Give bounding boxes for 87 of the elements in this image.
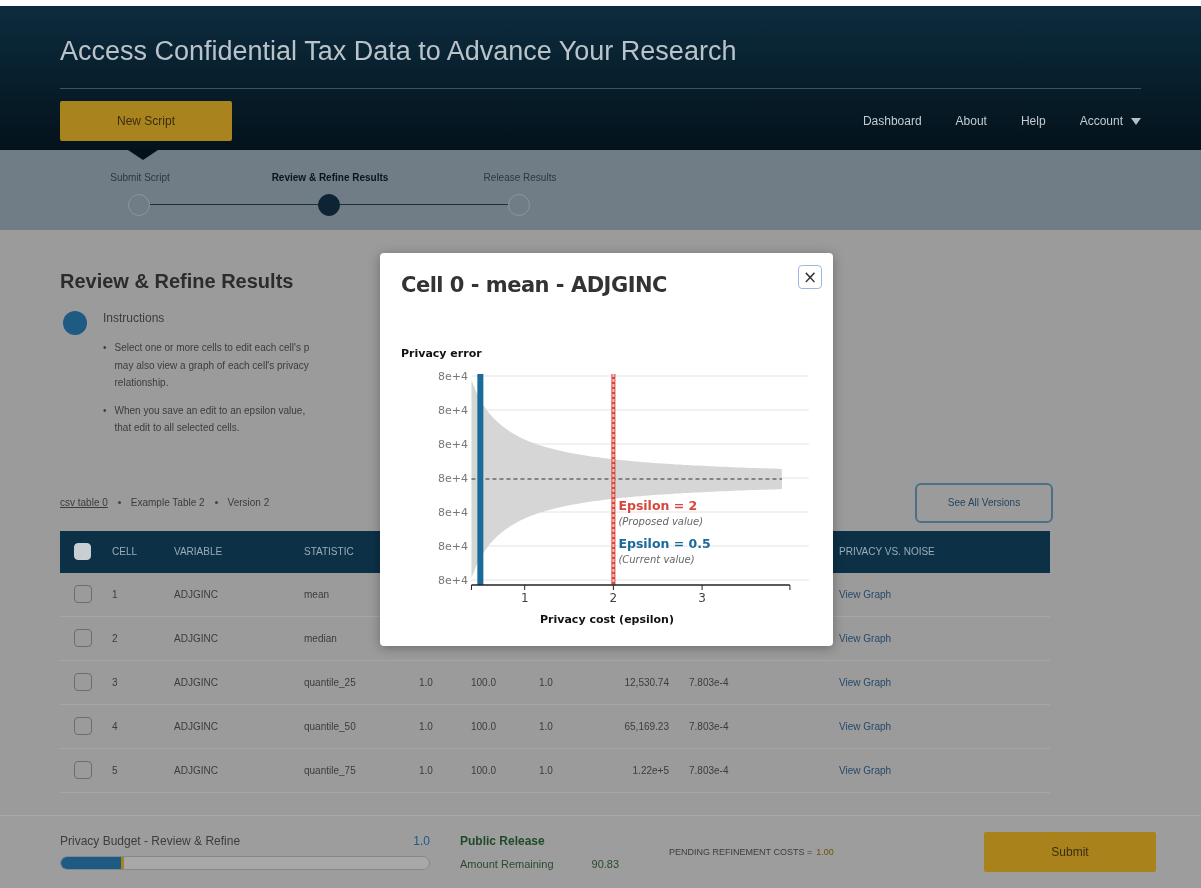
x-tick-label: 2 bbox=[609, 591, 618, 605]
instruction-text: that edit to all selected cells. bbox=[114, 421, 241, 435]
epsilon-label: Epsilon = 2 bbox=[618, 498, 698, 513]
table-cell-text: quantile_50 bbox=[304, 720, 357, 732]
table-cell-text: 2 bbox=[112, 632, 119, 644]
table-cell-text: 1.0 bbox=[419, 764, 434, 776]
instruction-text: may also view a graph of each cell's privacy bbox=[114, 358, 310, 373]
table-cell-text: 7.803e-4 bbox=[689, 676, 730, 688]
see-all-versions-button[interactable]: See All Versions bbox=[915, 482, 1053, 523]
table-cell-text: 1.0 bbox=[539, 764, 554, 776]
x-tick-label: 1 bbox=[520, 591, 529, 605]
view-graph-link[interactable]: View Graph bbox=[839, 588, 1050, 600]
site-title: Access Confidential Tax Data to Advance Your Research bbox=[60, 35, 738, 68]
view-graph-link[interactable]: View Graph bbox=[839, 720, 1050, 732]
y-tick-label: 8e+4 bbox=[438, 540, 468, 553]
epsilon-label: Epsilon = 0.5 bbox=[618, 536, 711, 551]
y-tick-label: 8e+4 bbox=[438, 506, 468, 519]
submit-button[interactable]: Submit bbox=[984, 832, 1156, 872]
remaining-value: 90.83 bbox=[591, 858, 620, 870]
y-tick-label: 8e+4 bbox=[438, 574, 468, 587]
table-cell-text: ADJGINC bbox=[174, 632, 219, 644]
table-cell-text: 100.0 bbox=[471, 720, 498, 732]
pending-costs-label: PENDING REFINEMENT COSTS = bbox=[669, 847, 813, 857]
x-axis-title: Privacy cost (epsilon) bbox=[540, 613, 674, 626]
step-label: Submit Script bbox=[109, 172, 171, 183]
table-cell-text: 1.0 bbox=[419, 676, 434, 688]
table-cell-text: 7.803e-4 bbox=[689, 720, 730, 732]
modal-title: Cell 0 - mean - ADJGINC bbox=[401, 273, 667, 297]
epsilon-note: (Current value) bbox=[618, 554, 695, 565]
release-title: Public Release bbox=[460, 834, 546, 848]
breadcrumb-text: Version 2 bbox=[227, 497, 270, 508]
column-header: VARIABLE bbox=[174, 546, 224, 557]
y-tick-label: 8e+4 bbox=[438, 438, 468, 451]
column-header: PRIVACY VS. NOISE bbox=[839, 546, 936, 557]
table-cell-text: ADJGINC bbox=[174, 720, 219, 732]
y-tick-label: 8e+4 bbox=[438, 472, 468, 485]
account-menu[interactable]: Account bbox=[1079, 114, 1141, 128]
table-cell-text: ADJGINC bbox=[174, 676, 219, 688]
nav-link[interactable]: Dashboard bbox=[862, 114, 922, 128]
table-cell-text: ADJGINC bbox=[174, 588, 219, 600]
table-cell-text: 12,530.74 bbox=[623, 676, 670, 688]
y-axis-title: Privacy error bbox=[401, 347, 482, 360]
instructions-title: Instructions bbox=[103, 311, 166, 325]
table-cell-text: 1.0 bbox=[539, 720, 554, 732]
table-cell-text: quantile_75 bbox=[304, 764, 357, 776]
table-cell-text: 1.0 bbox=[539, 676, 554, 688]
table-cell-text: 65,169.23 bbox=[623, 720, 670, 732]
instruction-text: relationship. bbox=[114, 376, 170, 390]
epsilon-note: (Proposed value) bbox=[618, 516, 704, 527]
view-graph-link[interactable]: View Graph bbox=[839, 632, 1050, 644]
y-tick-label: 8e+4 bbox=[438, 404, 468, 417]
view-graph-link[interactable]: View Graph bbox=[839, 764, 1050, 776]
budget-label: Privacy Budget - Review & Refine bbox=[60, 834, 241, 848]
close-button[interactable]: × bbox=[798, 265, 822, 289]
table-cell-text: 1 bbox=[112, 588, 119, 600]
pending-costs-value: 1.00 bbox=[816, 847, 834, 857]
bullet-marker: • bbox=[103, 341, 107, 355]
table-cell-text: ADJGINC bbox=[174, 764, 219, 776]
table-cell-text: mean bbox=[304, 588, 330, 600]
step-label: Review & Refine Results bbox=[270, 172, 390, 183]
step-label: Release Results bbox=[482, 172, 558, 183]
table-cell-text: median bbox=[304, 632, 338, 644]
nav-link[interactable]: About bbox=[955, 114, 987, 128]
x-tick-label: 3 bbox=[698, 591, 706, 605]
table-cell-text: 5 bbox=[112, 764, 119, 776]
y-tick-label: 8e+4 bbox=[438, 370, 468, 383]
table-cell-text: 1.22e+5 bbox=[631, 764, 670, 776]
table-cell-text: 1.0 bbox=[419, 720, 434, 732]
budget-value: 1.0 bbox=[413, 834, 430, 848]
column-header: CELL bbox=[112, 546, 138, 557]
table-cell-text: 3 bbox=[112, 676, 119, 688]
table-cell-text: 100.0 bbox=[471, 764, 498, 776]
column-header: STATISTIC bbox=[304, 546, 355, 557]
table-cell-text: 4 bbox=[112, 720, 119, 732]
table-cell-text: 100.0 bbox=[471, 676, 498, 688]
table-cell-text: quantile_25 bbox=[304, 676, 357, 688]
remaining-label: Amount Remaining bbox=[460, 858, 554, 870]
nav-link[interactable]: Help bbox=[1020, 114, 1046, 128]
table-link[interactable]: csv table 0 bbox=[60, 497, 108, 508]
bullet-marker: • bbox=[103, 403, 107, 418]
instruction-text: Select one or more cells to edit each cell's p bbox=[114, 341, 310, 355]
section-heading: Review & Refine Results bbox=[60, 270, 294, 293]
view-graph-link[interactable]: View Graph bbox=[839, 676, 1050, 688]
new-script-button[interactable]: New Script bbox=[60, 101, 232, 141]
breadcrumb-text: Example Table 2 bbox=[130, 497, 205, 508]
instruction-text: When you save an edit to an epsilon value, bbox=[114, 403, 306, 418]
table-cell-text: 7.803e-4 bbox=[689, 764, 730, 776]
